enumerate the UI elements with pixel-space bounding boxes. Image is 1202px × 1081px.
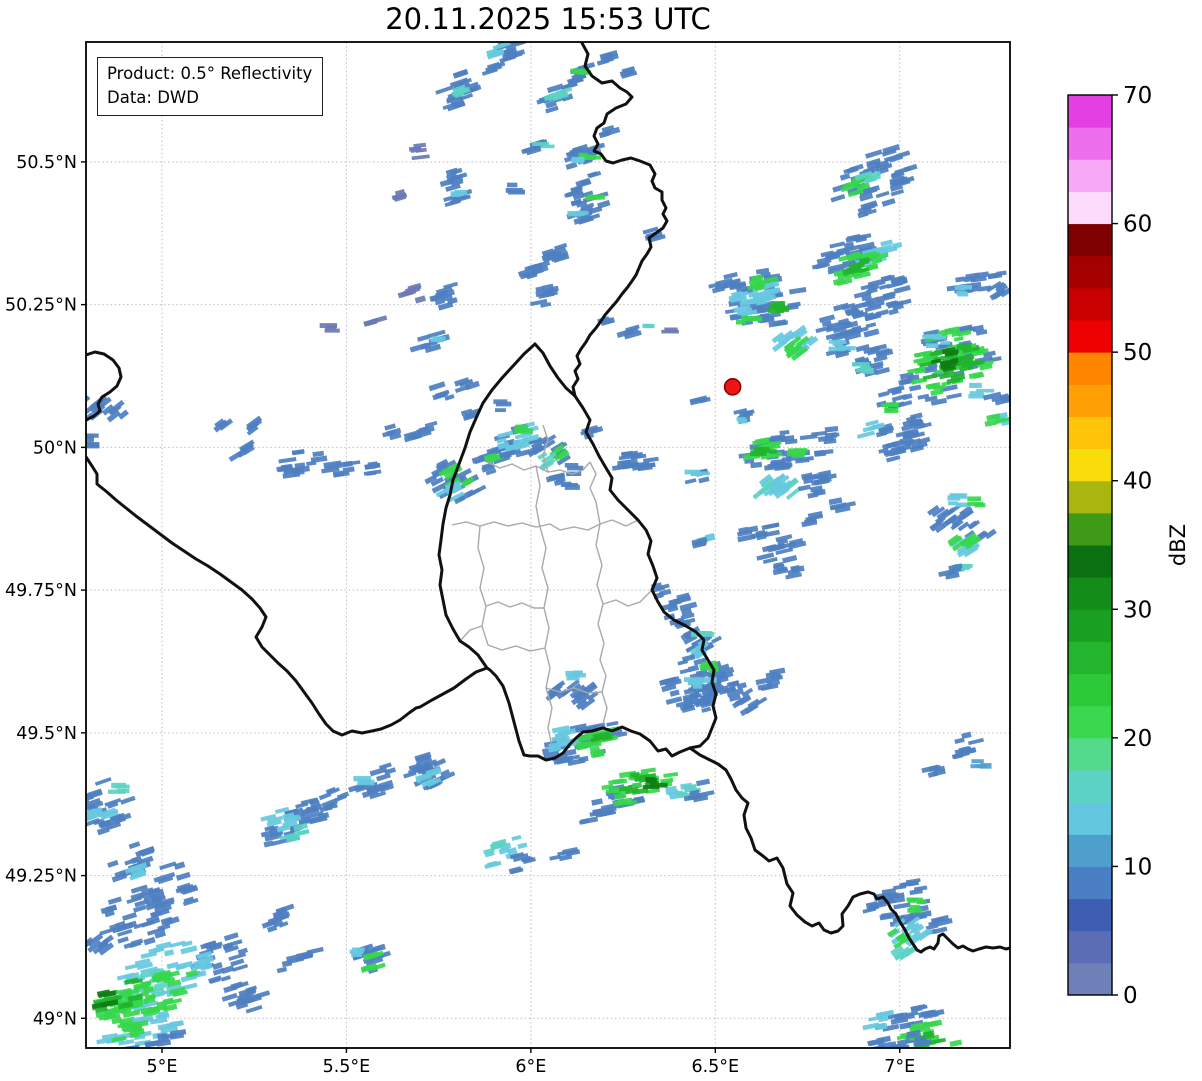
border-fr-be xyxy=(86,455,489,737)
colorbar-tick-label: 70 xyxy=(1123,83,1152,109)
y-tick-label: 50.25°N xyxy=(5,296,77,316)
x-tick-label: 6.5°E xyxy=(691,1057,739,1077)
x-tick-label: 5°E xyxy=(147,1057,178,1077)
y-tick-label: 50°N xyxy=(33,438,77,458)
border-fr-de xyxy=(688,746,1010,954)
y-tick-label: 49°N xyxy=(33,1009,77,1029)
radar-figure: 20.11.2025 15:53 UTC Product: 0.5° Refle… xyxy=(0,0,1202,1081)
product-line: Product: 0.5° Reflectivity xyxy=(107,64,313,83)
x-tick-label: 5.5°E xyxy=(323,1057,371,1077)
data-source-line: Data: DWD xyxy=(107,88,199,107)
colorbar: 0 10 20 30 40 50 60 70 xyxy=(1067,83,1152,1009)
border-lu-north xyxy=(533,342,577,398)
colorbar-tick-label: 0 xyxy=(1123,983,1138,1009)
colorbar-tick-label: 20 xyxy=(1123,726,1152,752)
figure-title: 20.11.2025 15:53 UTC xyxy=(385,2,711,36)
x-tick-label: 7°E xyxy=(884,1057,915,1077)
radar-map-canvas: 5°E 5.5°E 6°E 6.5°E 7°E 50.5°N 50.25°N 50°N 49.7… xyxy=(5,41,1152,1077)
colorbar-unit-label: dBZ xyxy=(1166,523,1190,567)
colorbar-tick-label: 10 xyxy=(1123,854,1152,880)
colorbar-tick-label: 60 xyxy=(1123,212,1152,238)
colorbar-tick-label: 50 xyxy=(1123,340,1152,366)
radar-echo-layer xyxy=(86,42,1010,1048)
y-tick-label: 50.5°N xyxy=(16,153,77,173)
y-tick-label: 49.5°N xyxy=(16,724,77,744)
colorbar-tick-label: 30 xyxy=(1123,597,1152,623)
border-lu-west xyxy=(437,342,537,757)
radar-site-marker xyxy=(723,378,742,396)
y-tick-label: 49.75°N xyxy=(5,581,77,601)
product-annotation-box: Product: 0.5° Reflectivity Data: DWD xyxy=(97,57,324,116)
x-tick-label: 6°E xyxy=(515,1057,546,1077)
y-tick-label: 49.25°N xyxy=(5,867,77,887)
colorbar-tick-label: 40 xyxy=(1123,469,1152,495)
